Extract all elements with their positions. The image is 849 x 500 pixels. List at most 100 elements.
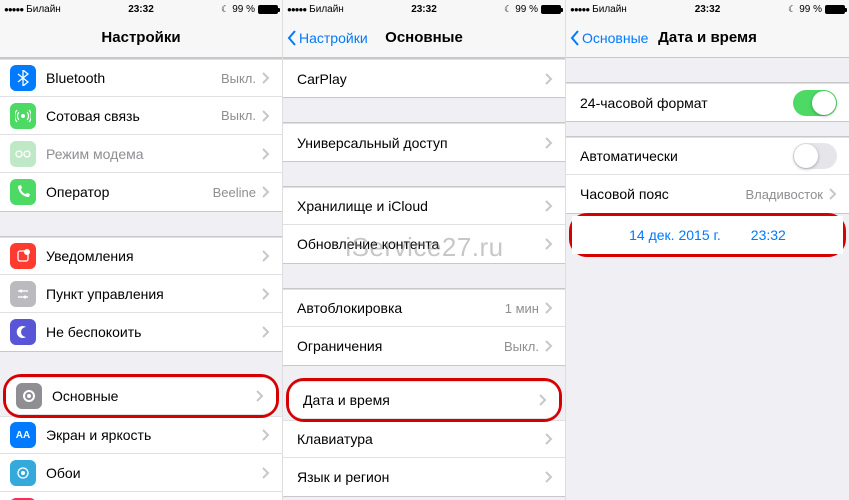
cellular-row[interactable]: Сотовая связь Выкл. [0, 97, 282, 135]
battery-icon [258, 5, 278, 14]
keyboard-label: Клавиатура [297, 431, 545, 447]
chevron-right-icon [545, 340, 553, 352]
carplay-label: CarPlay [297, 71, 545, 87]
dnd-row[interactable]: Не беспокоить [0, 313, 282, 351]
dnd-moon-icon: ☾ [788, 4, 796, 15]
status-time: 23:32 [128, 4, 154, 15]
bluetooth-label: Bluetooth [46, 70, 221, 86]
24h-toggle[interactable] [793, 90, 837, 116]
chevron-right-icon [262, 467, 270, 479]
display-row[interactable]: AA Экран и яркость [0, 416, 282, 454]
dnd-icon [10, 319, 36, 345]
status-time: 23:32 [411, 4, 437, 15]
carplay-row[interactable]: CarPlay [283, 59, 565, 97]
status-time: 23:32 [695, 4, 721, 15]
carrier-name: Билайн [309, 4, 344, 15]
date-time-row[interactable]: Дата и время [289, 381, 559, 419]
cellular-value: Выкл. [221, 108, 256, 123]
restrictions-row[interactable]: Ограничения Выкл. [283, 327, 565, 365]
chevron-right-icon [256, 390, 264, 402]
timezone-row[interactable]: Часовой пояс Владивосток [566, 175, 849, 213]
carrier-name: Билайн [592, 4, 627, 15]
chevron-right-icon [262, 148, 270, 160]
keyboard-row[interactable]: Клавиатура [283, 420, 565, 458]
battery-icon [541, 5, 561, 14]
chevron-right-icon [262, 326, 270, 338]
carrier-value: Beeline [213, 185, 256, 200]
bluetooth-value: Выкл. [221, 71, 256, 86]
autolock-label: Автоблокировка [297, 300, 505, 316]
chevron-right-icon [262, 250, 270, 262]
back-label: Настройки [299, 30, 368, 46]
bluetooth-icon [10, 65, 36, 91]
battery-pct: 99 % [232, 4, 255, 15]
nav-header: Настройки Основные [283, 18, 565, 58]
chevron-right-icon [262, 429, 270, 441]
status-bar: ●●●●● Билайн 23:32 ☾ 99 % [283, 0, 565, 18]
control-center-row[interactable]: Пункт управления [0, 275, 282, 313]
auto-row[interactable]: Автоматически [566, 137, 849, 175]
bluetooth-row[interactable]: Bluetooth Выкл. [0, 59, 282, 97]
chevron-right-icon [545, 433, 553, 445]
chevron-right-icon [262, 186, 270, 198]
chevron-right-icon [545, 73, 553, 85]
date-picker-highlight: 14 дек. 2015 г. 23:32 [569, 213, 846, 257]
sounds-row[interactable]: Звуки [0, 492, 282, 500]
language-row[interactable]: Язык и регион [283, 458, 565, 496]
chevron-right-icon [545, 238, 553, 250]
24h-row[interactable]: 24-часовой формат [566, 83, 849, 121]
hotspot-label: Режим модема [46, 146, 262, 162]
hotspot-row[interactable]: Режим модема [0, 135, 282, 173]
nav-header: Настройки [0, 18, 282, 58]
chevron-right-icon [829, 188, 837, 200]
accessibility-label: Универсальный доступ [297, 135, 545, 151]
carrier-label: Оператор [46, 184, 213, 200]
bg-refresh-row[interactable]: Обновление контента [283, 225, 565, 263]
auto-toggle[interactable] [793, 143, 837, 169]
dnd-moon-icon: ☾ [221, 4, 229, 15]
restrictions-value: Выкл. [504, 339, 539, 354]
back-button[interactable]: Основные [566, 30, 648, 46]
autolock-row[interactable]: Автоблокировка 1 мин [283, 289, 565, 327]
general-row[interactable]: Основные [6, 377, 276, 415]
24h-label: 24-часовой формат [580, 95, 793, 111]
restrictions-label: Ограничения [297, 338, 504, 354]
signal-dots-icon: ●●●●● [4, 5, 23, 14]
chevron-right-icon [545, 137, 553, 149]
carrier-name: Билайн [26, 4, 61, 15]
battery-pct: 99 % [799, 4, 822, 15]
notifications-row[interactable]: Уведомления [0, 237, 282, 275]
bg-refresh-label: Обновление контента [297, 236, 545, 252]
settings-root-panel: ●●●●● Билайн 23:32 ☾ 99 % Настройки Blue… [0, 0, 283, 500]
date-time-label: Дата и время [303, 392, 539, 408]
chevron-right-icon [262, 288, 270, 300]
chevron-right-icon [262, 72, 270, 84]
signal-dots-icon: ●●●●● [287, 5, 306, 14]
carrier-row[interactable]: Оператор Beeline [0, 173, 282, 211]
chevron-right-icon [539, 394, 547, 406]
storage-label: Хранилище и iCloud [297, 198, 545, 214]
date-time-panel: ●●●●● Билайн 23:32 ☾ 99 % Основные Дата … [566, 0, 849, 500]
wallpaper-icon [10, 460, 36, 486]
chevron-left-icon [287, 30, 297, 46]
status-bar: ●●●●● Билайн 23:32 ☾ 99 % [566, 0, 849, 18]
date-picker-row[interactable]: 14 дек. 2015 г. 23:32 [572, 216, 843, 254]
general-panel: ●●●●● Билайн 23:32 ☾ 99 % Настройки Осно… [283, 0, 566, 500]
chevron-left-icon [570, 30, 580, 46]
back-button[interactable]: Настройки [283, 30, 368, 46]
chevron-right-icon [545, 471, 553, 483]
timezone-label: Часовой пояс [580, 186, 745, 202]
wallpaper-row[interactable]: Обои [0, 454, 282, 492]
accessibility-row[interactable]: Универсальный доступ [283, 123, 565, 161]
phone-icon [10, 179, 36, 205]
chevron-right-icon [545, 200, 553, 212]
date-time-highlight: Дата и время [286, 378, 562, 422]
dnd-moon-icon: ☾ [504, 4, 512, 15]
storage-row[interactable]: Хранилище и iCloud [283, 187, 565, 225]
general-label: Основные [52, 388, 256, 404]
notifications-label: Уведомления [46, 248, 262, 264]
autolock-value: 1 мин [505, 301, 539, 316]
chevron-right-icon [545, 302, 553, 314]
display-icon: AA [10, 422, 36, 448]
general-highlight: Основные [3, 374, 279, 418]
